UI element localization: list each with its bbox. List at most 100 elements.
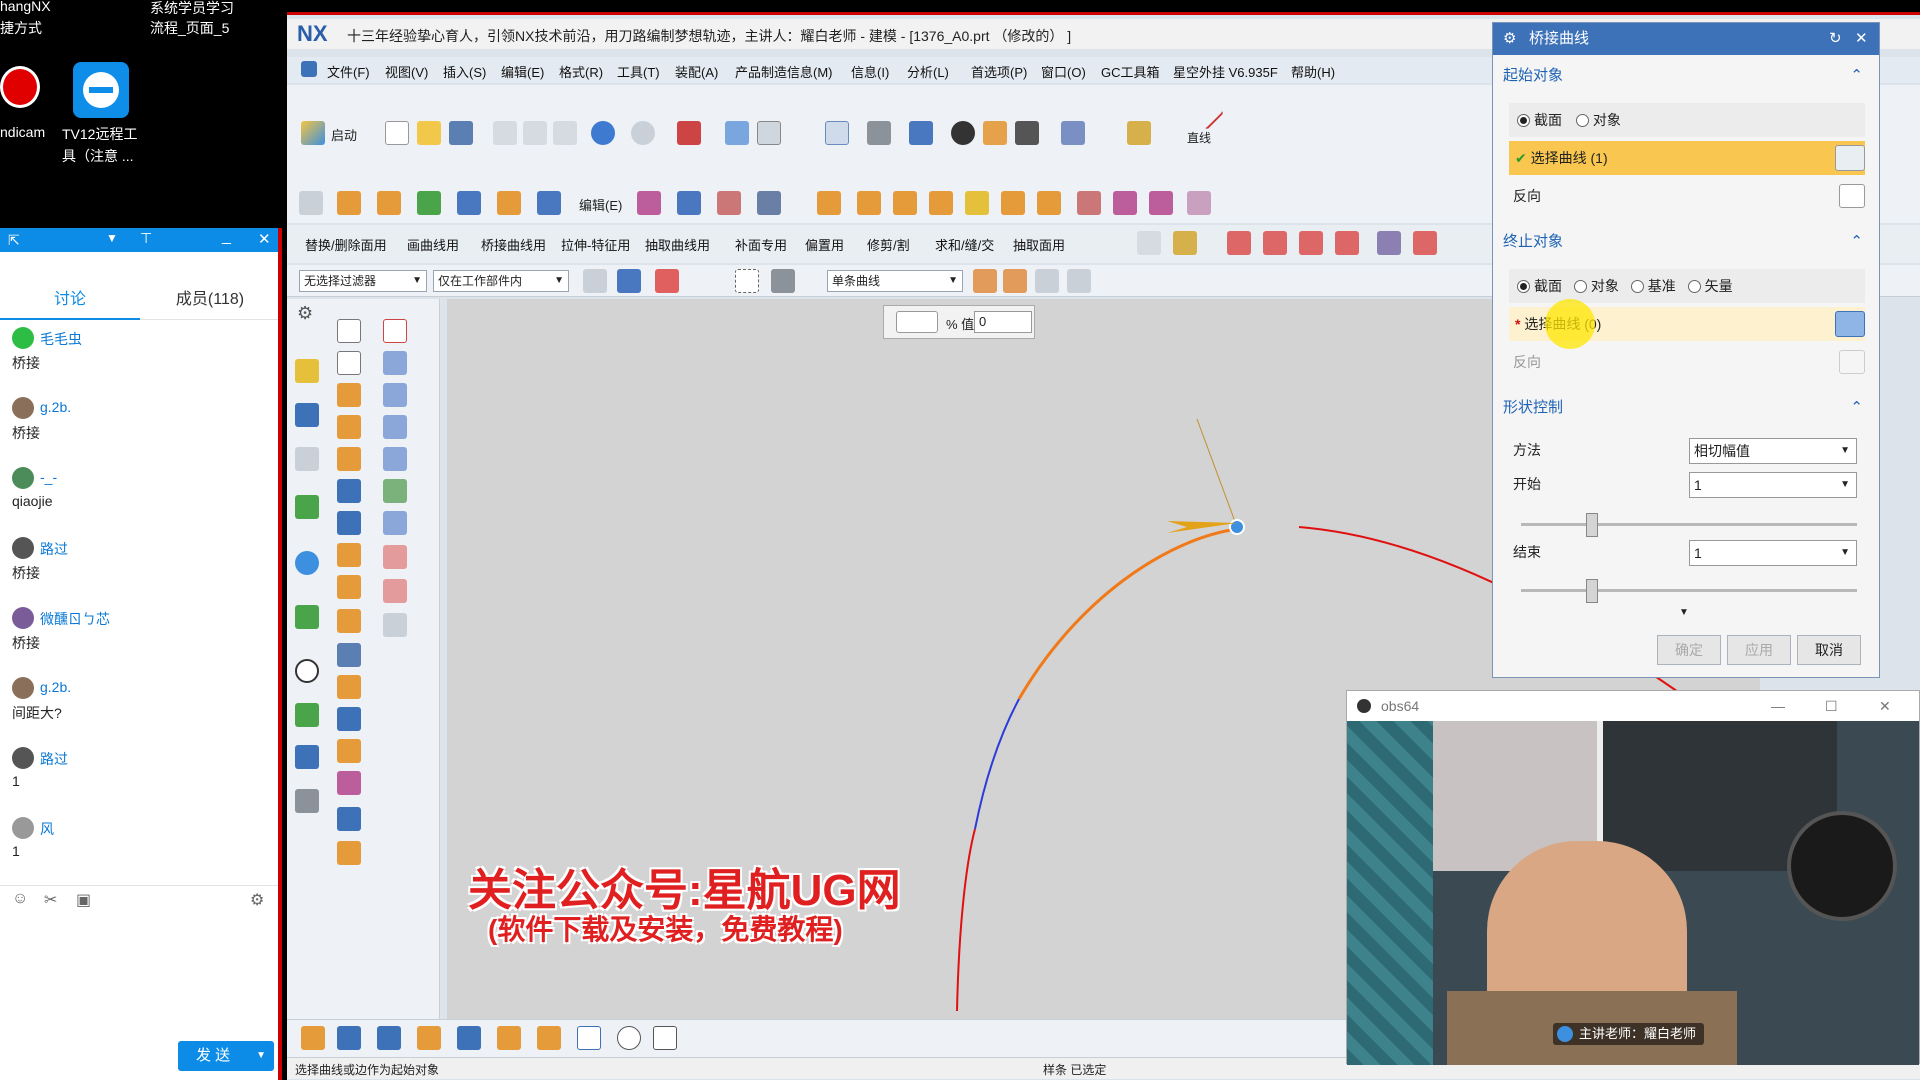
box-select-icon[interactable]: [735, 269, 759, 293]
cone-icon[interactable]: [1173, 231, 1197, 255]
teamviewer-icon[interactable]: [73, 62, 129, 118]
magnifier-icon[interactable]: [617, 1026, 641, 1050]
radio-object[interactable]: 对象: [1566, 112, 1621, 128]
feature-icon[interactable]: [537, 1026, 561, 1050]
start-icon[interactable]: [301, 121, 325, 145]
measure-icon[interactable]: [1127, 121, 1151, 145]
message-author[interactable]: 微醺ㄖㄅ芯: [40, 609, 110, 629]
revolve-icon[interactable]: [377, 191, 401, 215]
select-curve-icon[interactable]: [1835, 311, 1865, 337]
cube-icon[interactable]: [1001, 191, 1025, 215]
start-value-input[interactable]: 1 ▼: [1689, 472, 1857, 498]
cube-icon[interactable]: [909, 121, 933, 145]
history-icon[interactable]: [295, 659, 319, 683]
surface-icon[interactable]: [337, 807, 361, 831]
menu-insert[interactable]: 插入(S): [443, 62, 486, 81]
line-icon[interactable]: [1190, 96, 1224, 130]
method-select[interactable]: 相切幅值 ▼: [1689, 438, 1857, 464]
type-filter-select[interactable]: 无选择过滤器 ▼: [299, 270, 427, 292]
text-icon[interactable]: [653, 1026, 677, 1050]
toolbar-menu-curve[interactable]: 画曲线用: [407, 235, 459, 254]
cut-icon[interactable]: [493, 121, 517, 145]
toolbar-menu-offset[interactable]: 偏置用: [805, 235, 844, 254]
menu-file[interactable]: 文件(F): [327, 62, 370, 81]
menu-info[interactable]: 信息(I): [851, 62, 889, 81]
snap-point-icon[interactable]: [1003, 269, 1027, 293]
mesh-icon[interactable]: [383, 511, 407, 535]
pattern-icon[interactable]: [337, 609, 361, 633]
value-input[interactable]: 0: [974, 311, 1032, 333]
save-icon[interactable]: [449, 121, 473, 145]
body-icon[interactable]: [337, 739, 361, 763]
datum-icon[interactable]: [417, 191, 441, 215]
surface-icon[interactable]: [637, 191, 661, 215]
feature-icon[interactable]: [337, 1026, 361, 1050]
gear-icon[interactable]: ⚙: [1503, 23, 1516, 55]
close-icon[interactable]: ✕: [1879, 691, 1891, 721]
snap-point-icon[interactable]: [1067, 269, 1091, 293]
chat-input[interactable]: [0, 916, 278, 1056]
cube-icon[interactable]: [1037, 191, 1061, 215]
message-author[interactable]: 风: [40, 819, 54, 839]
cube-icon[interactable]: [817, 191, 841, 215]
extrude-icon[interactable]: [337, 383, 361, 407]
menu-pmi[interactable]: 产品制造信息(M): [735, 62, 833, 81]
minimize-icon[interactable]: —: [1771, 691, 1785, 721]
menu-view[interactable]: 视图(V): [385, 62, 428, 81]
pencil-icon[interactable]: [725, 121, 749, 145]
select-curve-icon[interactable]: [1835, 145, 1865, 171]
rotate-icon[interactable]: [1061, 121, 1085, 145]
gear-icon[interactable]: ⚙: [297, 303, 313, 324]
select-end-curve[interactable]: * 选择曲线 (0): [1509, 299, 1865, 349]
apply-button[interactable]: 应用: [1727, 635, 1791, 665]
radio-button[interactable]: [1575, 114, 1589, 127]
end-slider[interactable]: [1521, 579, 1857, 603]
radio-button[interactable]: [1687, 280, 1701, 293]
end-object-header[interactable]: 终止对象 ⌃: [1499, 227, 1871, 257]
feature-icon[interactable]: [497, 1026, 521, 1050]
image-icon[interactable]: ▣: [76, 890, 91, 910]
tab-members[interactable]: 成员(118): [140, 280, 280, 320]
toolbar-menu-patch[interactable]: 补面专用: [735, 235, 787, 254]
cube-icon[interactable]: [1077, 191, 1101, 215]
menu-help[interactable]: 帮助(H): [1291, 62, 1335, 81]
start-label[interactable]: 启动: [331, 125, 357, 144]
toolbar-menu-unite[interactable]: 求和/缝/交: [935, 235, 994, 254]
roles-icon[interactable]: [295, 745, 319, 769]
mesh-icon[interactable]: [383, 579, 407, 603]
feature-icon[interactable]: [301, 1026, 325, 1050]
face-icon[interactable]: [383, 415, 407, 439]
box-icon[interactable]: [337, 675, 361, 699]
filter-icon[interactable]: [583, 269, 607, 293]
bandicam-icon[interactable]: [0, 66, 40, 108]
rectangle-icon[interactable]: [1377, 231, 1401, 255]
radio-vector[interactable]: 矢量: [1680, 278, 1733, 294]
copy-icon[interactable]: [523, 121, 547, 145]
block-icon[interactable]: [537, 191, 561, 215]
close-icon[interactable]: ✕: [1855, 23, 1868, 55]
radio-object[interactable]: 对象: [1566, 278, 1619, 294]
open-folder-icon[interactable]: [417, 121, 441, 145]
surface-icon[interactable]: [337, 841, 361, 865]
menu-preferences[interactable]: 首选项(P): [971, 62, 1027, 81]
menu-assembly[interactable]: 装配(A): [675, 62, 718, 81]
cube-icon[interactable]: [1113, 191, 1137, 215]
reverse-direction-icon[interactable]: [1839, 184, 1865, 208]
fillet-icon[interactable]: [337, 543, 361, 567]
curve-rule-select[interactable]: 单条曲线 ▼: [827, 270, 963, 292]
shape-control-header[interactable]: 形状控制 ⌃: [1499, 393, 1871, 423]
menu-plugin[interactable]: 星空外挂 V6.935F: [1173, 62, 1278, 81]
mesh-icon[interactable]: [383, 613, 407, 637]
extrude-icon[interactable]: [337, 447, 361, 471]
book-icon[interactable]: [337, 643, 361, 667]
reset-icon[interactable]: ↻: [1829, 23, 1842, 55]
mesh-icon[interactable]: [383, 479, 407, 503]
shading-icon[interactable]: [867, 121, 891, 145]
undo-icon[interactable]: [591, 121, 615, 145]
rectangle-icon[interactable]: [383, 319, 407, 343]
assembly-navigator-icon[interactable]: [295, 403, 319, 427]
web-browser-icon[interactable]: [295, 605, 319, 629]
radio-datum[interactable]: 基准: [1623, 278, 1676, 294]
maximize-icon[interactable]: ☐: [1825, 691, 1838, 721]
sketch-icon[interactable]: [299, 191, 323, 215]
